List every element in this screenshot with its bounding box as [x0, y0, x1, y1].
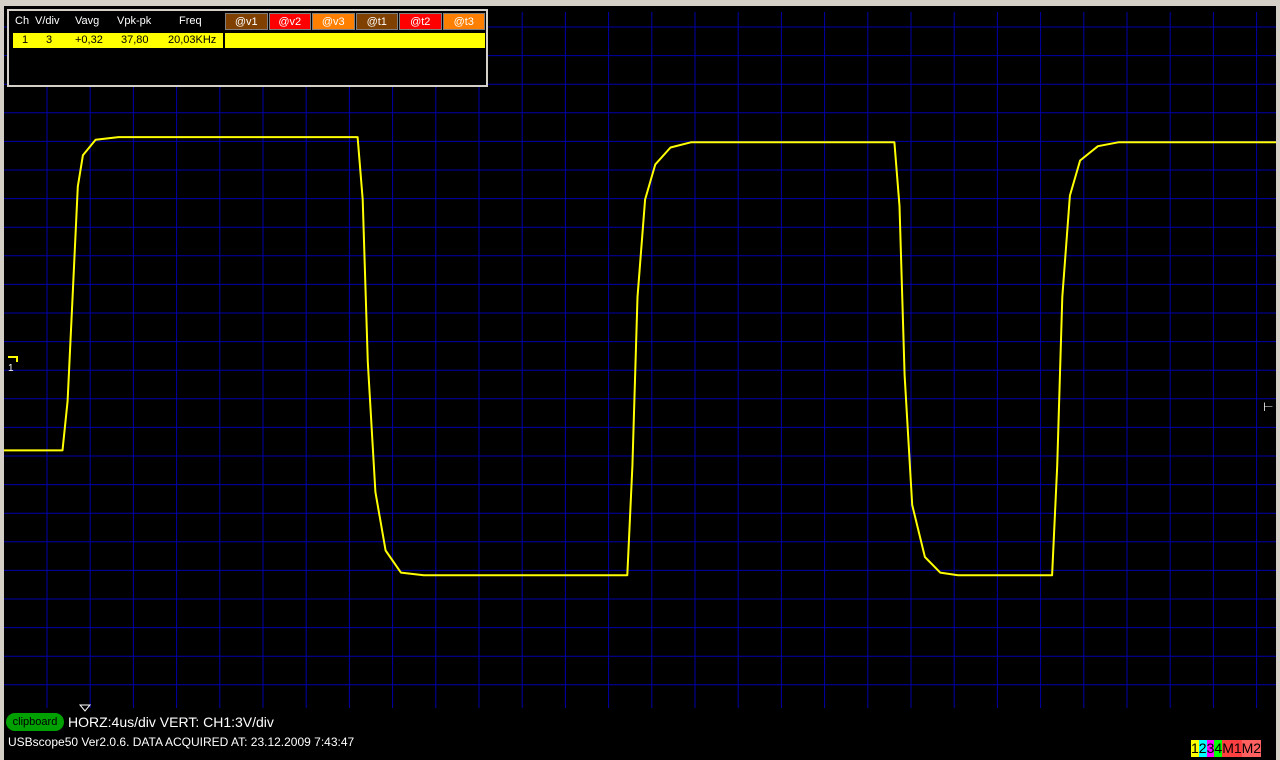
measurement-row-ch1[interactable]: 1 3 +0,32 37,80 20,03KHz — [13, 33, 223, 48]
legend-math-1[interactable]: M1 — [1222, 740, 1242, 757]
header-ch: Ch — [15, 15, 30, 27]
scope-screen[interactable] — [0, 0, 1280, 760]
cursor-v1-header[interactable]: @v1 — [225, 13, 268, 30]
value-vpkpk: 37,80 — [121, 34, 149, 46]
header-freq: Freq — [179, 15, 202, 27]
header-vavg: Vavg — [75, 15, 100, 27]
trigger-position-marker[interactable] — [78, 704, 92, 712]
channel-1-trace — [4, 136, 1276, 577]
trigger-level-icon: ⊢ — [1263, 400, 1274, 414]
cursor-v3-header[interactable]: @v3 — [312, 13, 355, 30]
cursor-header-row: @v1 @v2 @v3 @t1 @t2 @t3 — [225, 13, 485, 30]
legend-channel-3[interactable]: 3 — [1206, 740, 1215, 757]
value-ch: 1 — [22, 34, 29, 46]
channel-legend: 1 2 3 4 M1 M2 — [1191, 740, 1262, 757]
status-bar-scale: clipboard HORZ:4us/div VERT: CH1:3V/div — [6, 712, 274, 732]
scope-grid — [4, 12, 1276, 708]
header-vdiv: V/div — [35, 15, 60, 27]
status-bar-info: USBscope50 Ver2.0.6. DATA ACQUIRED AT: 2… — [8, 735, 355, 749]
scale-readout: HORZ:4us/div VERT: CH1:3V/div — [68, 714, 274, 730]
channel-1-ground-marker[interactable]: 1 — [8, 356, 18, 374]
value-vavg: +0,32 — [75, 34, 103, 46]
legend-channel-4[interactable]: 4 — [1214, 740, 1223, 757]
legend-math-2[interactable]: M2 — [1241, 740, 1262, 757]
measurement-header-row: Ch V/div Vavg Vpk-pk Freq — [13, 14, 223, 29]
legend-channel-1[interactable]: 1 — [1191, 740, 1199, 757]
cursor-t1-header[interactable]: @t1 — [355, 13, 398, 30]
cursor-t2-header[interactable]: @t2 — [399, 13, 442, 30]
ground-marker-icon — [8, 356, 18, 362]
ground-marker-label: 1 — [8, 363, 14, 374]
measurement-table: Ch V/div Vavg Vpk-pk Freq @v1 @v2 @v3 @t… — [7, 9, 488, 87]
clipboard-button[interactable]: clipboard — [6, 713, 64, 731]
channel-1-trace-layer — [4, 136, 1276, 712]
trigger-level-marker[interactable]: ⊢ — [1263, 400, 1273, 414]
cursor-values-row — [225, 33, 485, 48]
cursor-v2-header[interactable]: @v2 — [268, 13, 311, 30]
legend-channel-2[interactable]: 2 — [1198, 740, 1207, 757]
header-vpkpk: Vpk-pk — [117, 15, 152, 27]
value-freq: 20,03KHz — [168, 34, 217, 46]
cursor-t3-header[interactable]: @t3 — [442, 13, 485, 30]
value-vdiv: 3 — [46, 34, 53, 46]
